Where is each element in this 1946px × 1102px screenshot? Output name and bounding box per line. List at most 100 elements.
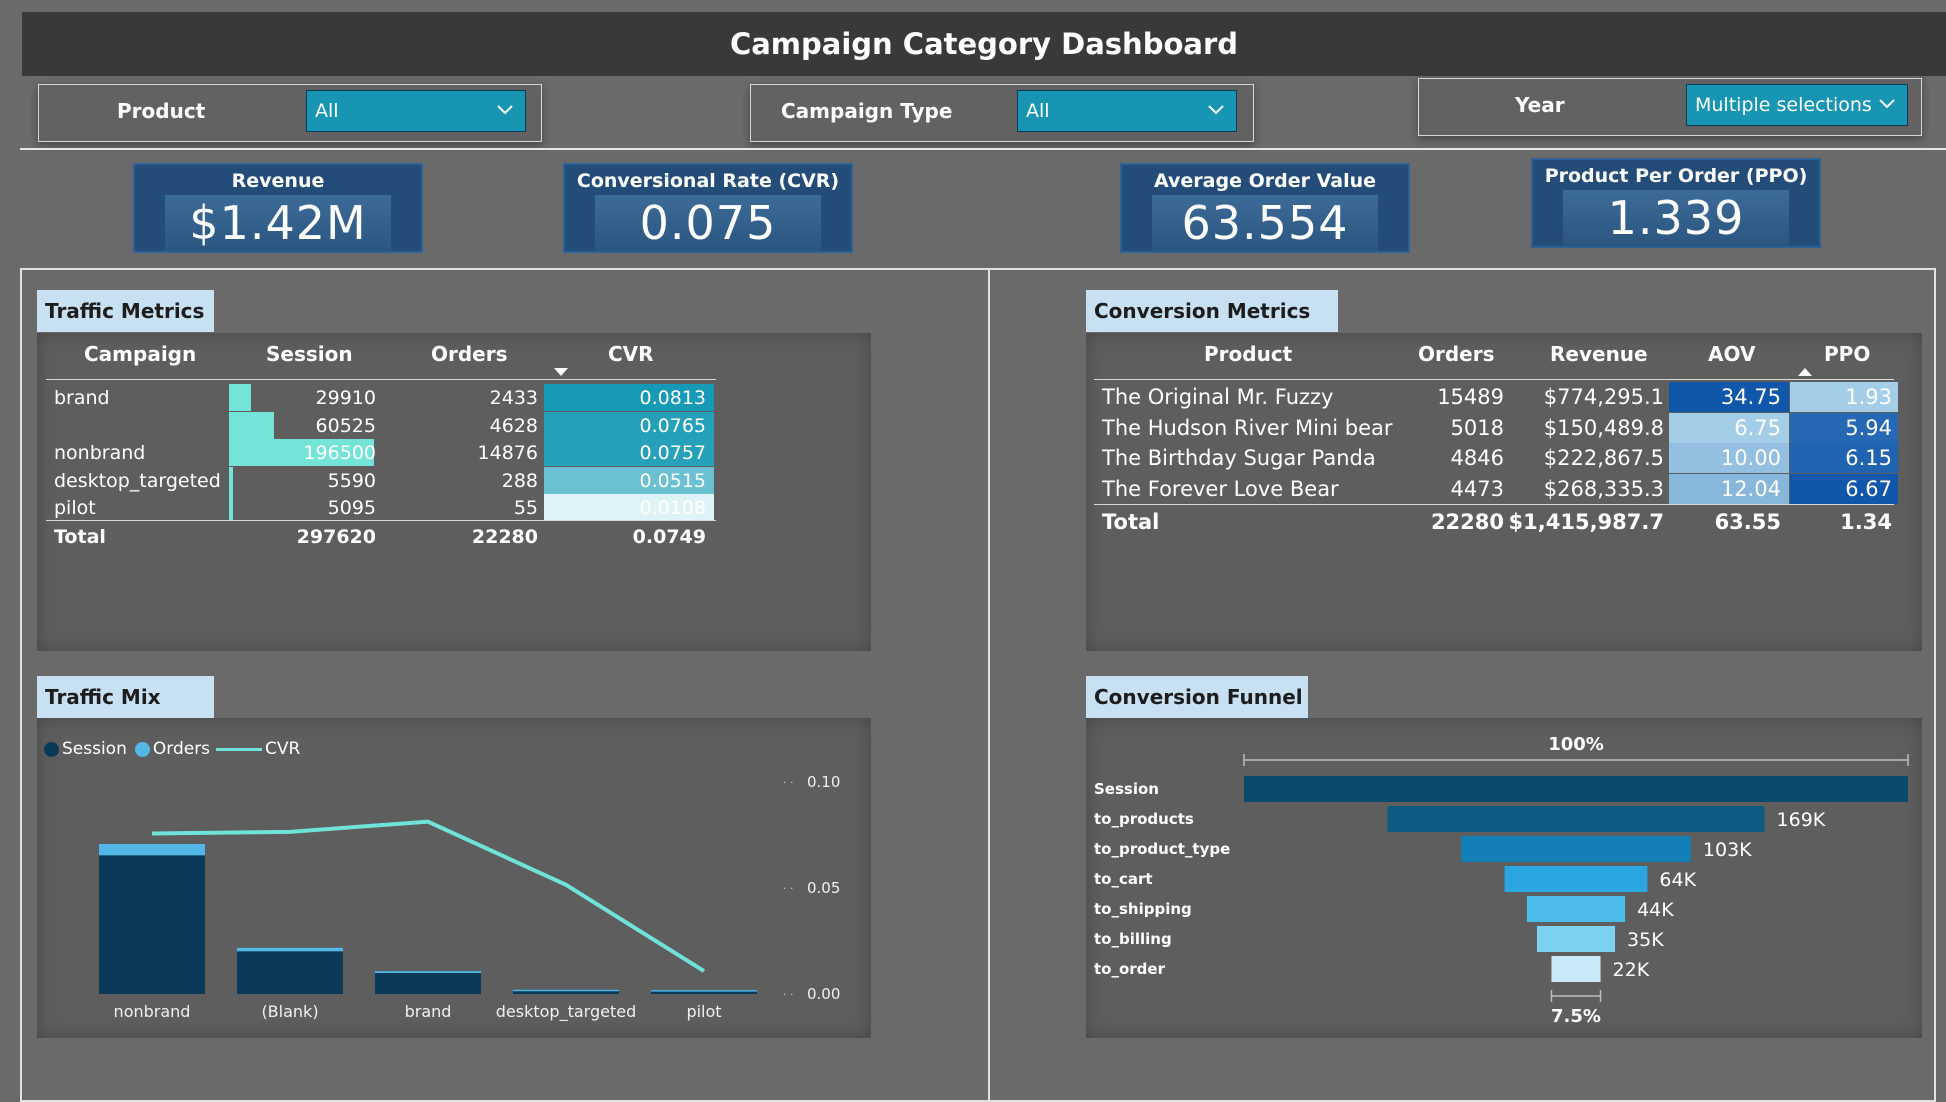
campaign-type-dropdown[interactable]: All <box>1017 90 1237 132</box>
year-slicer-label: Year <box>1515 93 1565 117</box>
campaign-cell: brand <box>54 387 110 409</box>
product-cell: The Hudson River Mini bear <box>1102 415 1393 440</box>
funnel-bar <box>1387 806 1765 832</box>
orders-bar[interactable] <box>513 989 619 992</box>
legend-line-cvr <box>216 747 263 751</box>
total-cvr: 0.0749 <box>632 526 706 548</box>
campaign-cell: desktop_targeted <box>54 469 221 492</box>
chevron-down-icon <box>497 105 513 115</box>
session-bar[interactable] <box>99 844 205 994</box>
product-slicer-label: Product <box>117 99 206 123</box>
funnel-bar <box>1244 776 1908 802</box>
col-header-product[interactable]: Product <box>1204 342 1292 366</box>
table-row[interactable]: The Hudson River Mini bear 5018 $150,489.8… <box>1094 412 1898 443</box>
campaign-cell: nonbrand <box>54 442 146 464</box>
year-dropdown-value: Multiple selections <box>1695 94 1872 116</box>
funnel-value-label: 169K <box>1777 809 1826 831</box>
total-orders: 22280 <box>1430 510 1504 534</box>
funnel-bar <box>1551 956 1601 982</box>
col-header-revenue[interactable]: Revenue <box>1550 342 1648 366</box>
chevron-down-icon <box>1208 105 1224 115</box>
funnel-value-label: 64K <box>1659 869 1696 891</box>
revenue-cell: $150,489.8 <box>1543 415 1664 440</box>
total-ppo: 1.34 <box>1840 510 1892 534</box>
table-row[interactable]: The Original Mr. Fuzzy 15489 $774,295.1 34.… <box>1094 382 1898 412</box>
product-cell: The Birthday Sugar Panda <box>1102 446 1376 470</box>
table-row[interactable]: 60525 4628 0.0765 <box>46 411 716 439</box>
session-cell: 5590 <box>327 469 376 492</box>
traffic-mix-chart: 0.10 · · 0.05 · · 0.00 · · nonbrand (Blank) bran… <box>99 773 840 1022</box>
header-divider <box>20 148 1946 150</box>
product-cell: The Original Mr. Fuzzy <box>1102 385 1334 409</box>
orders-cell: 14876 <box>477 442 538 464</box>
funnel-bottom-percent: 7.5% <box>1551 1006 1601 1027</box>
kpi-cvr-title: Conversional Rate (CVR) <box>576 170 840 192</box>
col-header-cvr[interactable]: CVR <box>608 342 654 366</box>
aov-cell: 6.75 <box>1734 415 1781 440</box>
legend-swatch-session <box>44 741 59 757</box>
conversion-funnel-title: Conversion Funnel <box>1086 676 1308 718</box>
session-bar[interactable] <box>375 971 481 994</box>
conversion-funnel-chart: 100% Session to_products 169K to_product_typ… <box>1094 734 1909 1027</box>
y2-tick-dots: · · <box>783 882 794 895</box>
orders-cell: 4628 <box>489 414 538 437</box>
y2-tick-dots: · · <box>783 988 794 1001</box>
funnel-value-label: 35K <box>1627 929 1664 951</box>
col-header-aov[interactable]: AOV <box>1708 342 1755 366</box>
funnel-bar <box>1504 866 1648 892</box>
col-header-orders[interactable]: Orders <box>1418 342 1495 366</box>
product-dropdown[interactable]: All <box>306 90 526 132</box>
orders-bar[interactable] <box>99 844 205 856</box>
table-row[interactable]: brand 29910 2433 0.0813 <box>46 384 716 411</box>
table-row[interactable]: nonbrand 196500 14876 0.0757 <box>46 439 716 466</box>
ppo-cell: 6.15 <box>1845 446 1892 470</box>
funnel-stage-label: to_billing <box>1094 930 1172 948</box>
revenue-cell: $774,295.1 <box>1543 385 1664 409</box>
x-category-label: nonbrand <box>114 1002 191 1021</box>
orders-bar[interactable] <box>237 947 343 952</box>
orders-bar[interactable] <box>651 990 757 992</box>
total-label: Total <box>54 526 106 548</box>
conversion-metrics-table: Product Orders Revenue AOV PPO The Origi… <box>1094 338 1904 548</box>
orders-bar[interactable] <box>375 971 481 974</box>
y2-tick-label: 0.05 <box>807 879 840 897</box>
x-category-label: (Blank) <box>261 1002 318 1021</box>
revenue-cell: $222,867.5 <box>1543 446 1664 470</box>
col-header-orders[interactable]: Orders <box>431 342 508 366</box>
ppo-cell: 6.67 <box>1845 476 1892 501</box>
table-row[interactable]: The Forever Love Bear 4473 $268,335.3 12.04… <box>1094 473 1898 504</box>
col-header-ppo[interactable]: PPO <box>1824 342 1870 366</box>
year-dropdown[interactable]: Multiple selections <box>1686 84 1908 126</box>
funnel-bar <box>1536 926 1616 952</box>
table-row[interactable]: The Birthday Sugar Panda 4846 $222,867.5 10… <box>1094 443 1898 473</box>
kpi-cvr-value: 0.075 <box>595 195 821 251</box>
orders-cell: 4473 <box>1450 476 1504 501</box>
table-row[interactable]: desktop_targeted 5590 288 0.0515 <box>46 466 716 494</box>
session-bar[interactable] <box>237 947 343 994</box>
kpi-ppo-value: 1.339 <box>1563 190 1789 246</box>
orders-cell: 5018 <box>1450 415 1504 440</box>
table-row[interactable]: pilot 5095 55 0.0108 <box>46 494 716 521</box>
funnel-bar <box>1526 896 1626 922</box>
funnel-stage-label: to_cart <box>1094 870 1153 888</box>
session-cell: 60525 <box>315 414 376 437</box>
product-cell: The Forever Love Bear <box>1102 476 1339 501</box>
page-title: Campaign Category Dashboard <box>729 27 1239 61</box>
session-cell: 196500 <box>303 442 376 464</box>
total-session: 297620 <box>296 526 376 548</box>
legend-label-cvr: CVR <box>265 739 301 759</box>
cvr-line <box>151 819 706 973</box>
campaign-type-dropdown-value: All <box>1026 100 1050 122</box>
legend-swatch-orders <box>134 741 150 757</box>
col-header-campaign[interactable]: Campaign <box>84 342 196 366</box>
x-category-label: brand <box>405 1002 452 1021</box>
orders-cell: 15489 <box>1437 385 1504 409</box>
funnel-value-label: 22K <box>1613 959 1650 981</box>
campaign-cell: pilot <box>54 497 96 519</box>
y2-tick-dots: · · <box>783 776 794 789</box>
col-header-session[interactable]: Session <box>266 342 353 366</box>
traffic-metrics-table: Campaign Session Orders CVR brand 29910 24… <box>46 338 716 558</box>
funnel-stage-label: Session <box>1094 780 1159 798</box>
sort-ascending-icon[interactable] <box>1798 368 1812 377</box>
sort-descending-icon[interactable] <box>554 368 568 377</box>
